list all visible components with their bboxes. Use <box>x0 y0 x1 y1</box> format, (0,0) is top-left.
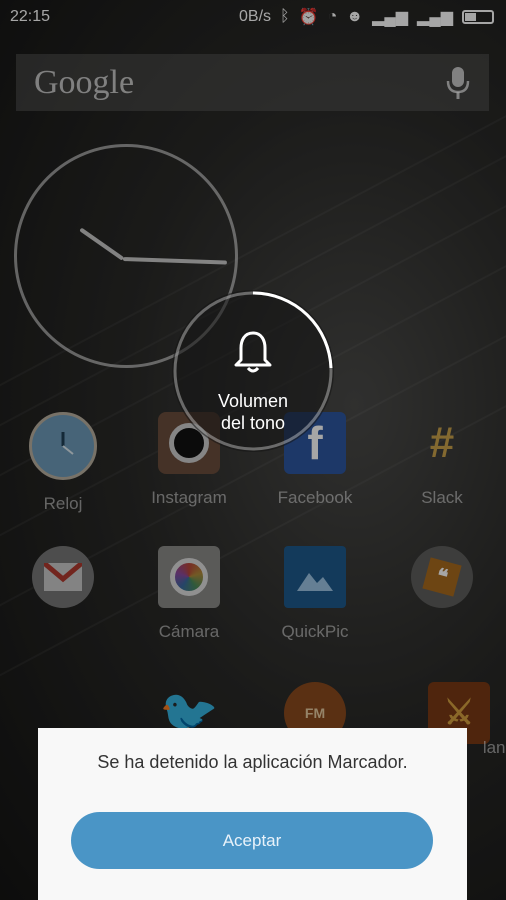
ringtone-volume-overlay: Volumen del tono <box>172 290 334 452</box>
volume-label: Volumen del tono <box>217 391 289 433</box>
accept-button[interactable]: Aceptar <box>71 812 433 869</box>
bell-icon <box>234 331 272 373</box>
dialog-message: Se ha detenido la aplicación Marcador. <box>97 752 408 772</box>
app-stopped-dialog: Se ha detenido la aplicación Marcador. A… <box>38 728 467 900</box>
